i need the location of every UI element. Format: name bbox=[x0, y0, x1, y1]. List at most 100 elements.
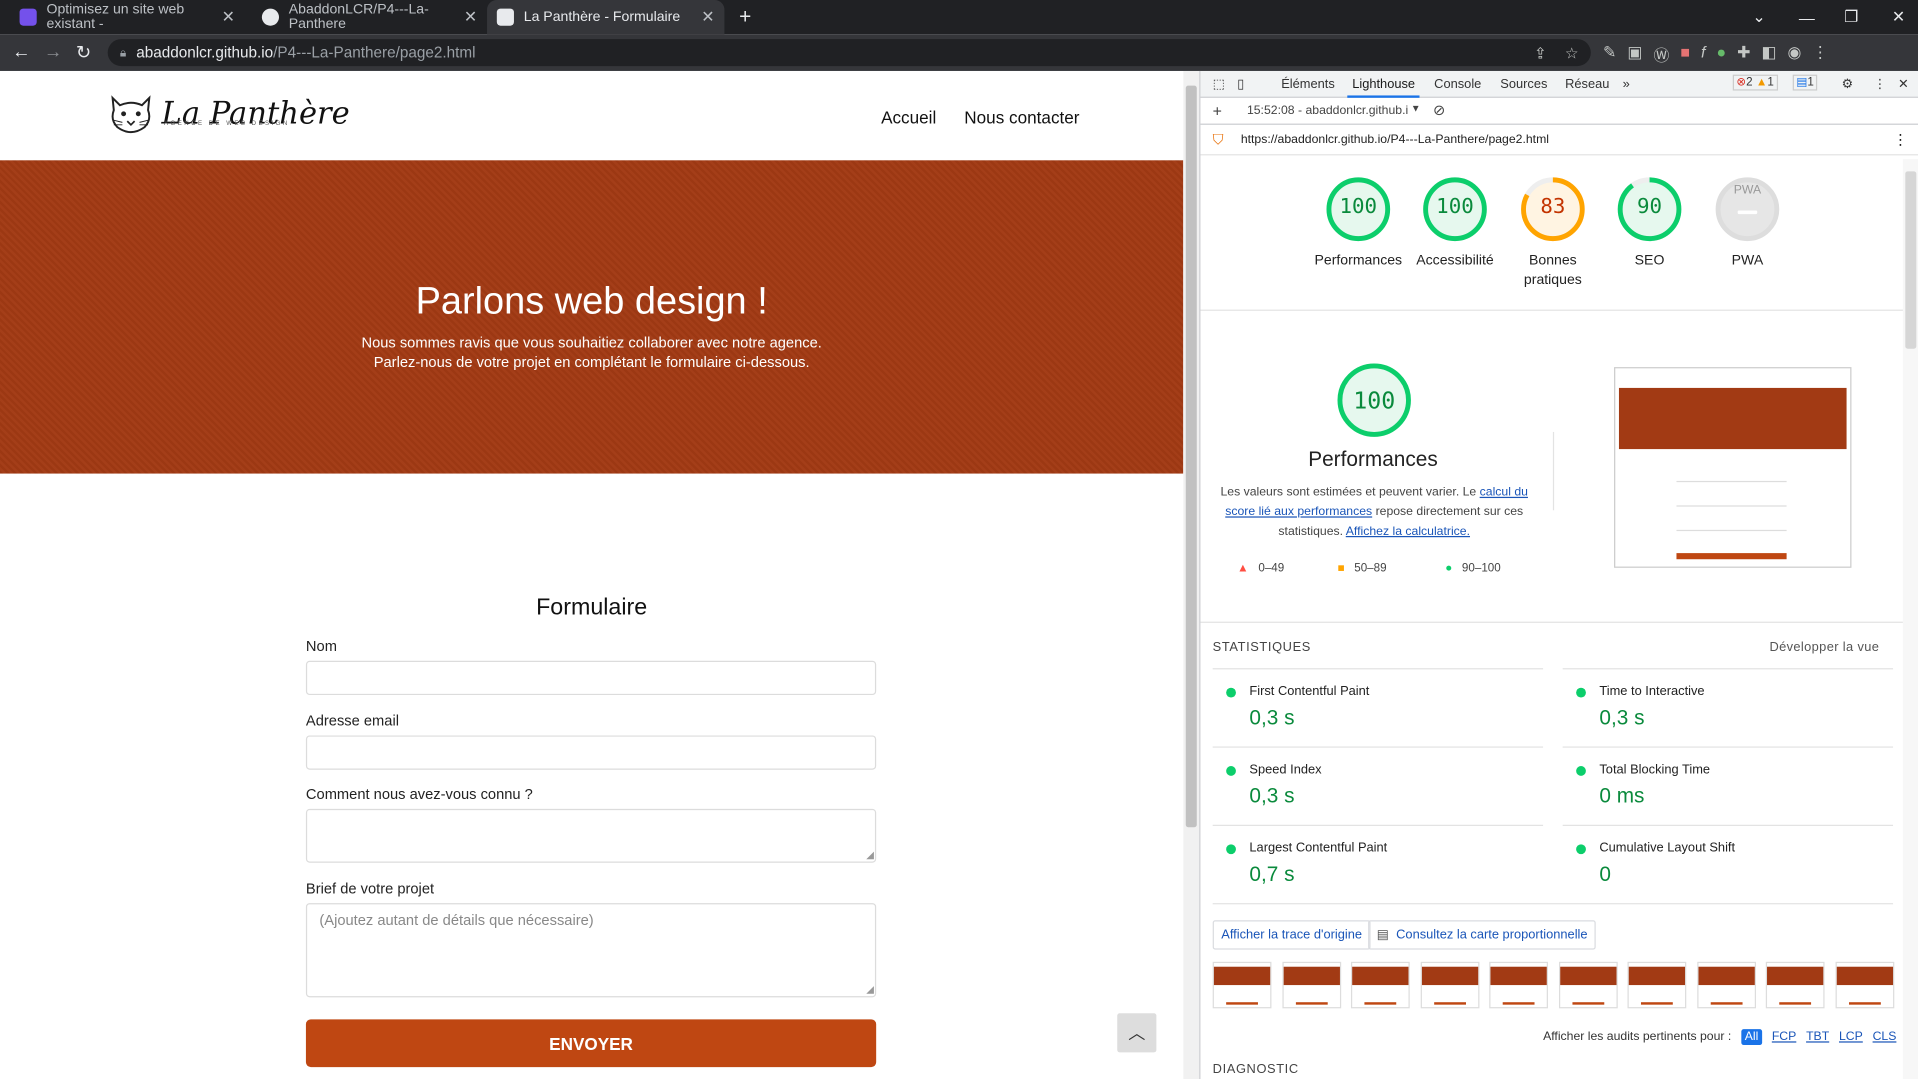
settings-gear-icon[interactable]: ⚙ bbox=[1842, 77, 1854, 92]
site-logo[interactable]: La Panthère AGENCE DE WEB DESIGN bbox=[108, 93, 350, 135]
dropdown-icon[interactable]: ▼ bbox=[1411, 103, 1421, 114]
tab-title: AbaddonLCR/P4---La-Panthere bbox=[288, 2, 429, 32]
filter-lcp[interactable]: LCP bbox=[1839, 1030, 1863, 1043]
extension-red-icon[interactable]: ■ bbox=[1680, 43, 1690, 66]
frame-button bbox=[1640, 1002, 1673, 1005]
frame-hero bbox=[1697, 966, 1755, 986]
filmstrip-frame bbox=[1281, 961, 1341, 1009]
devtools-panel: ⬚ ▯ Éléments Lighthouse Console Sources … bbox=[1199, 70, 1918, 1079]
metric-value: 0,3 s bbox=[1249, 706, 1295, 730]
extension-pen-icon[interactable]: ✎ bbox=[1603, 43, 1616, 66]
forward-icon[interactable]: → bbox=[44, 42, 62, 63]
close-tab-icon[interactable]: ✕ bbox=[701, 7, 714, 27]
devtools-scrollbar-thumb[interactable] bbox=[1905, 171, 1917, 349]
metric-name: Speed Index bbox=[1249, 762, 1322, 778]
email-input[interactable] bbox=[305, 735, 877, 770]
circle-icon: ● bbox=[1445, 561, 1453, 576]
scroll-to-top-button[interactable]: ︿ bbox=[1117, 1013, 1157, 1053]
message-icon: ▤ bbox=[1796, 75, 1808, 90]
resize-handle-icon[interactable]: ◢ bbox=[866, 849, 874, 860]
tab-la-panthere[interactable]: La Panthère - Formulaire ✕ bbox=[487, 0, 725, 35]
filter-cls[interactable]: CLS bbox=[1873, 1030, 1897, 1043]
treemap-button[interactable]: ▤ Consultez la carte proportionnelle bbox=[1368, 920, 1597, 950]
restore-icon[interactable]: ❐ bbox=[1844, 0, 1858, 34]
metric-item: Total Blocking Time 0 ms bbox=[1562, 746, 1894, 824]
github-icon bbox=[261, 8, 280, 26]
tab-network[interactable]: Réseau bbox=[1565, 77, 1609, 92]
chevron-up-icon: ︿ bbox=[1128, 1023, 1146, 1043]
filter-tbt[interactable]: TBT bbox=[1806, 1030, 1829, 1043]
pass-circle-icon bbox=[1226, 766, 1236, 776]
minimize-icon[interactable]: — bbox=[1799, 0, 1815, 34]
tab-github[interactable]: AbaddonLCR/P4---La-Panthere ✕ bbox=[252, 0, 487, 34]
reload-icon[interactable]: ↻ bbox=[76, 42, 91, 64]
warning-icon: ▲ bbox=[1755, 75, 1768, 90]
tab-search-icon[interactable]: ⌄ bbox=[1752, 0, 1765, 34]
filter-all[interactable]: All bbox=[1741, 1029, 1763, 1046]
report-menu-icon[interactable]: ⋮ bbox=[1893, 131, 1908, 148]
more-tabs-icon[interactable]: » bbox=[1623, 77, 1630, 92]
tab-sources[interactable]: Sources bbox=[1500, 77, 1547, 92]
close-tab-icon[interactable]: ✕ bbox=[464, 7, 477, 27]
profile-avatar-icon[interactable]: ◉ bbox=[1788, 43, 1802, 66]
lighthouse-toolbar: + 15:52:08 - abaddonlcr.github.i ▼ ⊘ bbox=[1200, 97, 1918, 125]
issues-counter[interactable]: ⊗2 ▲1 bbox=[1732, 74, 1778, 91]
view-trace-button[interactable]: Afficher la trace d'origine bbox=[1212, 920, 1371, 950]
extension-color-icon[interactable]: ● bbox=[1716, 43, 1726, 66]
score-label: PWA bbox=[1731, 253, 1764, 268]
frame-button bbox=[1433, 1002, 1466, 1005]
frame-button bbox=[1295, 1002, 1328, 1005]
new-tab-icon[interactable]: + bbox=[739, 0, 751, 34]
report-url[interactable]: https://abaddonlcr.github.io/P4---La-Pan… bbox=[1241, 133, 1549, 146]
calculator-link[interactable]: Affichez la calculatrice. bbox=[1346, 525, 1470, 538]
triangle-icon: ▲ bbox=[1237, 561, 1249, 576]
side-panel-icon[interactable]: ◧ bbox=[1761, 43, 1776, 66]
new-report-icon[interactable]: + bbox=[1213, 102, 1222, 120]
nav-nous-contacter[interactable]: Nous contacter bbox=[964, 108, 1079, 128]
name-label: Nom bbox=[305, 637, 337, 655]
legend-average: ■ 50–89 bbox=[1338, 562, 1387, 575]
brief-placeholder: (Ajoutez autant de détails que nécessair… bbox=[319, 911, 594, 929]
frame-button bbox=[1226, 1002, 1258, 1005]
extension-w-icon[interactable]: Ⓦ bbox=[1653, 43, 1669, 66]
resize-handle-icon[interactable]: ◢ bbox=[866, 984, 874, 995]
device-toolbar-icon[interactable]: ▯ bbox=[1237, 77, 1244, 92]
name-input[interactable] bbox=[305, 660, 877, 696]
share-icon[interactable]: ⇪ bbox=[1534, 43, 1547, 62]
final-screenshot[interactable] bbox=[1614, 367, 1852, 568]
back-icon[interactable]: ← bbox=[12, 42, 30, 63]
tab-console[interactable]: Console bbox=[1434, 77, 1481, 92]
brief-textarea[interactable]: (Ajoutez autant de détails que nécessair… bbox=[305, 903, 877, 998]
web-page: La Panthère AGENCE DE WEB DESIGN Accueil… bbox=[0, 70, 1184, 1079]
expand-view-toggle[interactable]: Développer la vue bbox=[1769, 640, 1879, 655]
source-textarea[interactable]: ◢ bbox=[305, 808, 877, 863]
legend-label: 90–100 bbox=[1461, 561, 1501, 576]
inspect-icon[interactable]: ⬚ bbox=[1213, 77, 1225, 92]
tab-elements[interactable]: Éléments bbox=[1281, 77, 1335, 92]
filter-fcp[interactable]: FCP bbox=[1772, 1030, 1796, 1043]
url-path: /P4---La-Panthere/page2.html bbox=[273, 44, 476, 62]
submit-button[interactable]: ENVOYER bbox=[305, 1019, 877, 1068]
page-scrollbar-thumb[interactable] bbox=[1185, 85, 1197, 828]
close-tab-icon[interactable]: ✕ bbox=[222, 7, 235, 27]
extension-f-icon[interactable]: f bbox=[1701, 43, 1705, 66]
menu-kebab-icon[interactable]: ⋮ bbox=[1812, 43, 1828, 66]
extension-square-icon[interactable]: ▣ bbox=[1627, 43, 1642, 66]
bookmark-star-icon[interactable]: ☆ bbox=[1565, 43, 1579, 62]
tab-lighthouse[interactable]: Lighthouse bbox=[1347, 77, 1421, 98]
report-select[interactable]: 15:52:08 - abaddonlcr.github.i bbox=[1247, 104, 1408, 117]
metric-name: Cumulative Layout Shift bbox=[1599, 840, 1736, 856]
messages-counter[interactable]: ▤1 bbox=[1792, 74, 1818, 91]
extensions-puzzle-icon[interactable]: ✚ bbox=[1737, 43, 1750, 66]
tab-openclassrooms[interactable]: Optimisez un site web existant - ✕ bbox=[10, 0, 245, 34]
close-devtools-icon[interactable]: ✕ bbox=[1898, 77, 1909, 92]
score-label: Performances bbox=[1314, 253, 1403, 268]
metric-name: Time to Interactive bbox=[1599, 684, 1705, 699]
clear-icon[interactable]: ⊘ bbox=[1433, 102, 1445, 119]
pass-circle-icon bbox=[1226, 844, 1236, 855]
address-bar[interactable]: 🔒︎ abaddonlcr.github.io /P4---La-Panther… bbox=[107, 39, 1591, 67]
devtools-menu-icon[interactable]: ⋮ bbox=[1873, 77, 1886, 92]
close-window-icon[interactable]: ✕ bbox=[1892, 0, 1905, 34]
tab-title: La Panthère - Formulaire bbox=[523, 9, 681, 25]
nav-accueil[interactable]: Accueil bbox=[881, 108, 936, 128]
